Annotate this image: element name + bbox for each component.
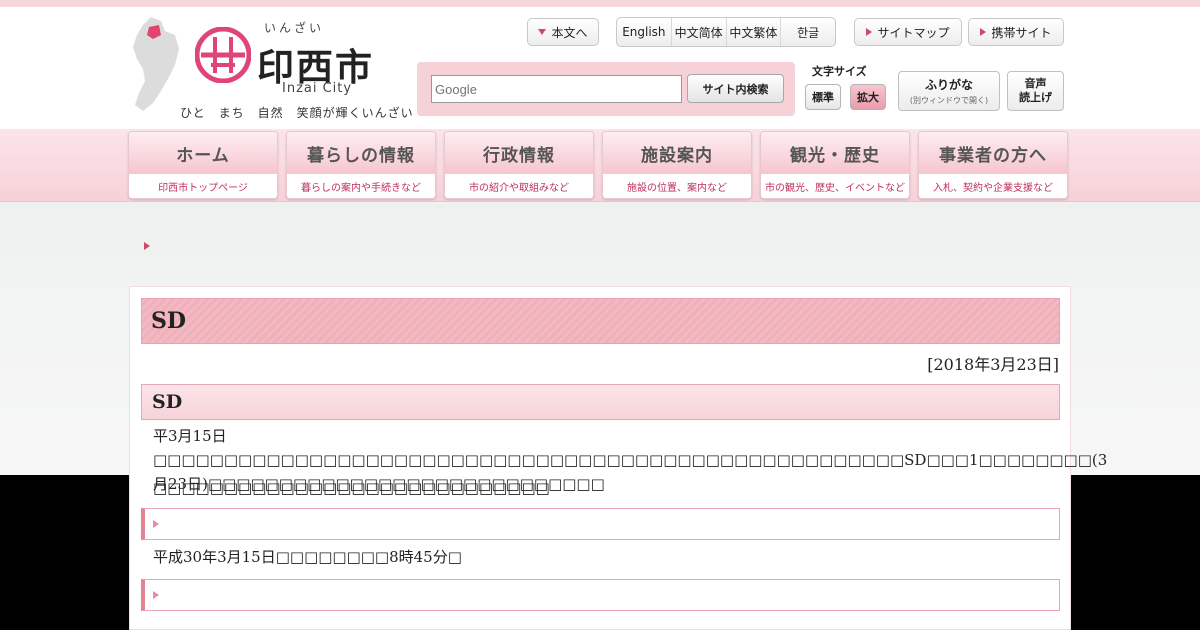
lang-korean[interactable]: 한글 bbox=[781, 18, 835, 46]
site-search-button[interactable]: サイト内検索 bbox=[687, 74, 784, 103]
mobile-site-button[interactable]: 携帯サイト bbox=[968, 18, 1064, 46]
nav-tourism[interactable]: 観光・歴史 市の観光、歴史、イベントなど bbox=[760, 131, 910, 199]
nav-label: ホーム bbox=[129, 132, 277, 174]
voice-readout-button[interactable]: 音声 読上げ bbox=[1007, 71, 1064, 111]
nav-label: 行政情報 bbox=[445, 132, 593, 174]
furigana-note: (別ウィンドウで開く) bbox=[909, 96, 989, 105]
page-title-bar: SD bbox=[141, 298, 1060, 344]
nav-home[interactable]: ホーム 印西市トップページ bbox=[128, 131, 278, 199]
logo-ruby: いんざい bbox=[264, 21, 325, 35]
arrow-right-icon bbox=[866, 28, 873, 36]
skip-to-content-button[interactable]: 本文へ bbox=[527, 18, 599, 46]
update-date: [2018年3月23日] bbox=[927, 355, 1059, 374]
search-box: サイト内検索 bbox=[417, 62, 795, 116]
nav-administration[interactable]: 行政情報 市の紹介や取組みなど bbox=[444, 131, 594, 199]
nav-living[interactable]: 暮らしの情報 暮らしの案内や手続きなど bbox=[286, 131, 436, 199]
arrow-right-icon bbox=[153, 591, 159, 599]
paragraph-3: 平成30年3月15日□□□□□□□□8時45分□ bbox=[153, 548, 462, 566]
link-box-1[interactable] bbox=[141, 508, 1060, 540]
language-selector: English 中文简体 中文繁体 한글 bbox=[616, 17, 836, 47]
sitemap-button[interactable]: サイトマップ bbox=[854, 18, 962, 46]
text-size-label: 文字サイズ bbox=[812, 65, 867, 78]
nav-business[interactable]: 事業者の方へ 入札、契約や企業支援など bbox=[918, 131, 1068, 199]
city-emblem-icon bbox=[195, 27, 251, 83]
nav-label: 施設案内 bbox=[603, 132, 751, 174]
voice-line1: 音声 bbox=[1024, 77, 1047, 90]
main-content: SD [2018年3月23日] SD 平3月15日□□□□□□□□□□□□□□□… bbox=[129, 286, 1107, 630]
nav-label: 暮らしの情報 bbox=[287, 132, 435, 174]
page-title: SD bbox=[151, 308, 186, 334]
breadcrumb-arrow-icon bbox=[144, 242, 150, 250]
nav-sublabel: 印西市トップページ bbox=[129, 174, 277, 198]
lang-traditional-chinese[interactable]: 中文繁体 bbox=[727, 18, 782, 46]
furigana-button[interactable]: ふりがな (別ウィンドウで開く) bbox=[898, 71, 1000, 111]
arrow-right-icon bbox=[153, 520, 159, 528]
arrow-right-icon bbox=[980, 28, 987, 36]
top-stripe bbox=[0, 0, 1200, 7]
voice-line2: 読上げ bbox=[1019, 91, 1052, 104]
nav-facilities[interactable]: 施設案内 施設の位置、案内など bbox=[602, 131, 752, 199]
nav-sublabel: 施設の位置、案内など bbox=[603, 174, 751, 198]
search-input[interactable] bbox=[431, 75, 682, 103]
nav-label: 事業者の方へ bbox=[919, 132, 1067, 174]
text-size-standard-button[interactable]: 標準 bbox=[805, 84, 841, 110]
skip-to-content-label: 本文へ bbox=[551, 25, 588, 40]
sitemap-label: サイトマップ bbox=[877, 25, 950, 40]
down-arrow-icon bbox=[538, 29, 547, 35]
global-nav: ホーム 印西市トップページ 暮らしの情報 暮らしの案内や手続きなど 行政情報 市… bbox=[0, 129, 1200, 202]
nav-sublabel: 暮らしの案内や手続きなど bbox=[287, 174, 435, 198]
nav-sublabel: 市の観光、歴史、イベントなど bbox=[761, 174, 909, 198]
mobile-site-label: 携帯サイト bbox=[991, 25, 1052, 40]
furigana-label: ふりがな bbox=[924, 78, 973, 92]
lang-english[interactable]: English bbox=[617, 18, 672, 46]
nav-label: 観光・歴史 bbox=[761, 132, 909, 174]
nav-sublabel: 市の紹介や取組みなど bbox=[445, 174, 593, 198]
nav-sublabel: 入札、契約や企業支援など bbox=[919, 174, 1067, 198]
logo-english: Inzai City bbox=[282, 81, 353, 96]
header: いんざい 印西市 Inzai City ひと まち 自然 笑顔が輝くいんざい 本… bbox=[0, 7, 1200, 129]
chiba-map-icon bbox=[133, 17, 179, 111]
paragraph-2: □□□□□□□□□□□□□□□□□□□□□□□□□□□□ bbox=[153, 479, 550, 497]
section-title: SD bbox=[152, 391, 183, 413]
lang-simplified-chinese[interactable]: 中文简体 bbox=[672, 18, 727, 46]
section-heading-bar: SD bbox=[141, 384, 1060, 420]
text-size-large-button[interactable]: 拡大 bbox=[850, 84, 886, 110]
link-box-2[interactable] bbox=[141, 579, 1060, 611]
logo-slogan: ひと まち 自然 笑顔が輝くいんざい bbox=[180, 106, 414, 120]
